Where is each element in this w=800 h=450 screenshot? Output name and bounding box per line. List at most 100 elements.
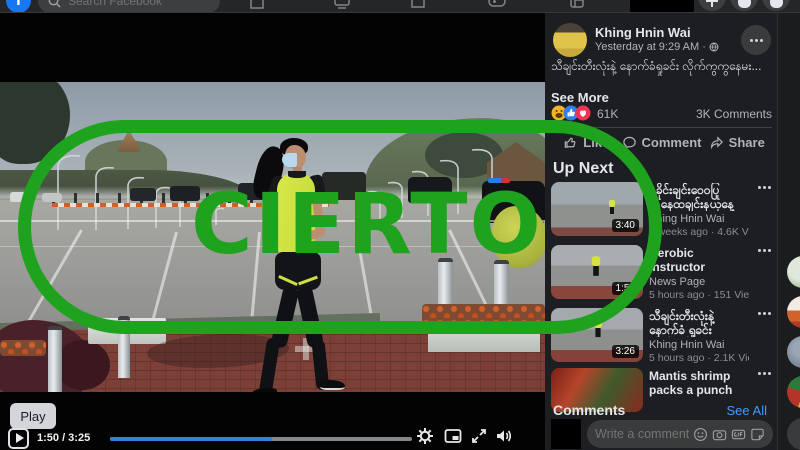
contacts-more-button[interactable]	[787, 418, 800, 450]
home-icon[interactable]	[247, 0, 267, 11]
scene-bollard	[118, 316, 130, 378]
comment-input-box[interactable]	[587, 420, 773, 448]
contacts-rail	[777, 13, 800, 450]
comment-input[interactable]	[595, 427, 689, 441]
post-timestamp-text: Yesterday at 9:29 AM ·	[595, 41, 706, 53]
progress-fill	[110, 437, 272, 441]
create-button[interactable]	[698, 0, 726, 11]
bell-icon	[770, 0, 783, 8]
time-display: 1:50 / 3:25	[37, 432, 90, 444]
facebook-logo-icon[interactable]: f	[6, 0, 31, 13]
scene-car	[42, 193, 62, 202]
play-tooltip: Play	[10, 403, 56, 429]
progress-bar[interactable]	[110, 437, 412, 441]
messenger-button[interactable]	[730, 0, 758, 11]
search-icon	[47, 0, 62, 9]
video-duration-badge: 1:50	[612, 282, 639, 295]
like-button[interactable]: Like	[551, 129, 622, 155]
author-avatar[interactable]	[553, 23, 587, 57]
video-channel[interactable]: Khing Hnin Wai	[649, 213, 747, 225]
up-next-heading: Up Next	[553, 160, 613, 178]
scene-bollard	[48, 326, 62, 392]
comment-count[interactable]: 3K Comments	[696, 107, 772, 121]
picture-in-picture-icon[interactable]	[444, 427, 462, 445]
messenger-icon	[738, 0, 751, 8]
like-label: Like	[583, 135, 609, 150]
post-options-button[interactable]	[741, 25, 771, 55]
pages-icon[interactable]	[567, 0, 587, 11]
notifications-button[interactable]	[762, 0, 790, 11]
thumbnail-figure	[594, 319, 602, 337]
scene-car	[130, 188, 156, 201]
more-options-icon	[750, 39, 763, 42]
video-options-button[interactable]	[758, 312, 771, 315]
play-icon	[16, 433, 24, 443]
emoji-icon[interactable]	[693, 427, 708, 442]
scene-police-lightbar	[488, 178, 510, 183]
camera-icon[interactable]	[712, 427, 727, 442]
top-navigation-bar: f	[0, 0, 800, 13]
redacted-account-name	[630, 0, 694, 13]
watch-icon[interactable]	[332, 0, 352, 11]
more-options-icon	[758, 186, 771, 189]
video-options-button[interactable]	[758, 186, 771, 189]
volume-icon[interactable]	[495, 427, 513, 445]
scene-car	[10, 192, 34, 202]
scene-maroon-bush	[55, 340, 110, 390]
play-tooltip-label: Play	[20, 409, 45, 424]
video-title[interactable]: Aerobic Instructor Calmly Teaches Wh...	[649, 246, 747, 274]
author-name[interactable]: Khing Hnin Wai	[595, 25, 691, 40]
reaction-count[interactable]: 61K	[597, 107, 618, 121]
share-button[interactable]: Share	[701, 129, 772, 155]
video-options-button[interactable]	[758, 372, 771, 375]
scene-yellow-bush	[492, 206, 545, 268]
fullscreen-icon[interactable]	[470, 427, 488, 445]
post-action-row: Like Comment Share	[551, 129, 772, 155]
video-title[interactable]: Mantis shrimp packs a punch	[649, 369, 747, 397]
see-more-link[interactable]: See More	[551, 90, 609, 105]
video-title[interactable]: မခိုင်းချင်းဝေဝပြု ညနေထချင်းနယှနေ့မြ...	[649, 183, 747, 211]
video-thumbnail[interactable]: 3:40	[551, 182, 643, 236]
more-options-icon	[758, 249, 771, 252]
video-title[interactable]: သီချင်းတီးလုံးနဲ့ နောက်ခံ ရှုခင်း လိုက်ဖ…	[649, 309, 747, 337]
comment-button[interactable]: Comment	[622, 129, 702, 155]
person-vest	[277, 173, 315, 255]
contact-avatar[interactable]	[787, 296, 800, 328]
thumbnail-figure	[609, 200, 615, 214]
aerobics-instructor	[250, 138, 354, 390]
contact-avatar[interactable]	[787, 336, 800, 368]
sticker-icon[interactable]	[750, 427, 765, 442]
facebook-video-page: f	[0, 0, 800, 450]
see-all-link[interactable]: See All	[727, 403, 767, 418]
settings-gear-icon[interactable]	[416, 427, 434, 445]
globe-icon	[709, 42, 719, 52]
contact-avatar[interactable]	[787, 256, 800, 288]
post-timestamp: Yesterday at 9:29 AM ·	[595, 41, 719, 53]
gif-icon[interactable]	[731, 427, 746, 442]
scene-suv	[408, 177, 452, 203]
comment-label: Comment	[642, 135, 702, 150]
marketplace-icon[interactable]	[408, 0, 428, 11]
search-bar[interactable]	[38, 0, 220, 13]
contact-avatar[interactable]	[787, 376, 800, 408]
reactions-row: 61K 3K Comments	[551, 105, 772, 123]
scene-orange-flowers	[422, 304, 545, 324]
video-meta: 4 weeks ago · 4.6K Views	[649, 226, 749, 238]
scene-car	[170, 186, 200, 201]
video-frame[interactable]	[0, 82, 545, 392]
video-channel[interactable]: Khing Hnin Wai	[649, 339, 747, 351]
video-thumbnail[interactable]: 3:26	[551, 308, 643, 362]
scene-planter	[428, 322, 540, 352]
comments-heading: Comments	[553, 402, 625, 418]
search-input[interactable]	[68, 0, 208, 8]
video-options-button[interactable]	[758, 249, 771, 252]
person-arm	[295, 229, 320, 241]
gaming-icon[interactable]	[487, 0, 507, 11]
person-collar	[288, 171, 306, 178]
share-label: Share	[729, 135, 765, 150]
video-thumbnail[interactable]: 1:50	[551, 245, 643, 299]
video-meta: 5 hours ago · 151 Views	[649, 289, 749, 301]
love-reaction-icon[interactable]	[575, 105, 591, 121]
play-button[interactable]	[8, 428, 29, 449]
video-channel[interactable]: News Page	[649, 276, 747, 288]
